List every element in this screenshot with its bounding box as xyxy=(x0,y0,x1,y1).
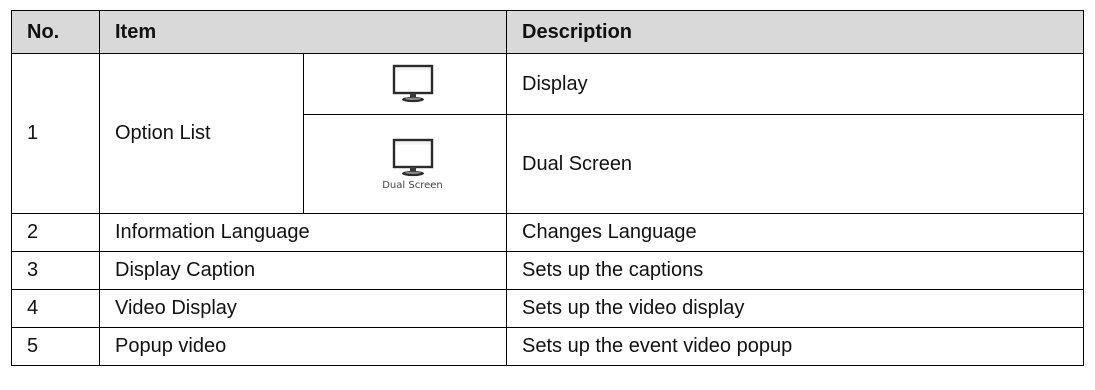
dual-screen-icon-caption: Dual Screen xyxy=(382,179,443,191)
row-description: Display xyxy=(506,53,1084,115)
header-description: Description xyxy=(506,10,1084,54)
row-item: Option List xyxy=(99,53,304,214)
row-number: 2 xyxy=(11,213,100,252)
row-item: Display Caption xyxy=(99,251,507,290)
monitor-icon xyxy=(392,138,433,176)
row-description: Sets up the video display xyxy=(506,289,1084,328)
row-item: Video Display xyxy=(99,289,507,328)
row-description: Sets up the captions xyxy=(506,251,1084,290)
spec-table: No. Item Description 1 Option List Displ… xyxy=(11,10,1084,366)
row-item: Popup video xyxy=(99,327,507,366)
row-description: Changes Language xyxy=(506,213,1084,252)
row-number: 5 xyxy=(11,327,100,366)
monitor-icon xyxy=(392,64,433,103)
row-description: Dual Screen xyxy=(506,114,1084,214)
table-row: 1 Option List Display xyxy=(11,53,1084,214)
row-item: Information Language xyxy=(99,213,507,252)
table-row: 4 Video Display Sets up the video displa… xyxy=(11,289,1084,328)
row-description: Sets up the event video popup xyxy=(506,327,1084,366)
table-row: 2 Information Language Changes Language xyxy=(11,213,1084,252)
table-row: 3 Display Caption Sets up the captions xyxy=(11,251,1084,290)
header-item: Item xyxy=(99,10,507,54)
row-number: 4 xyxy=(11,289,100,328)
header-row: No. Item Description xyxy=(11,10,1084,54)
row-number: 1 xyxy=(11,53,100,214)
header-no: No. xyxy=(11,10,100,54)
row-number: 3 xyxy=(11,251,100,290)
dual-screen-icon-cell: Dual Screen xyxy=(303,114,507,214)
table-row: 5 Popup video Sets up the event video po… xyxy=(11,327,1084,366)
display-icon-cell xyxy=(303,53,507,115)
